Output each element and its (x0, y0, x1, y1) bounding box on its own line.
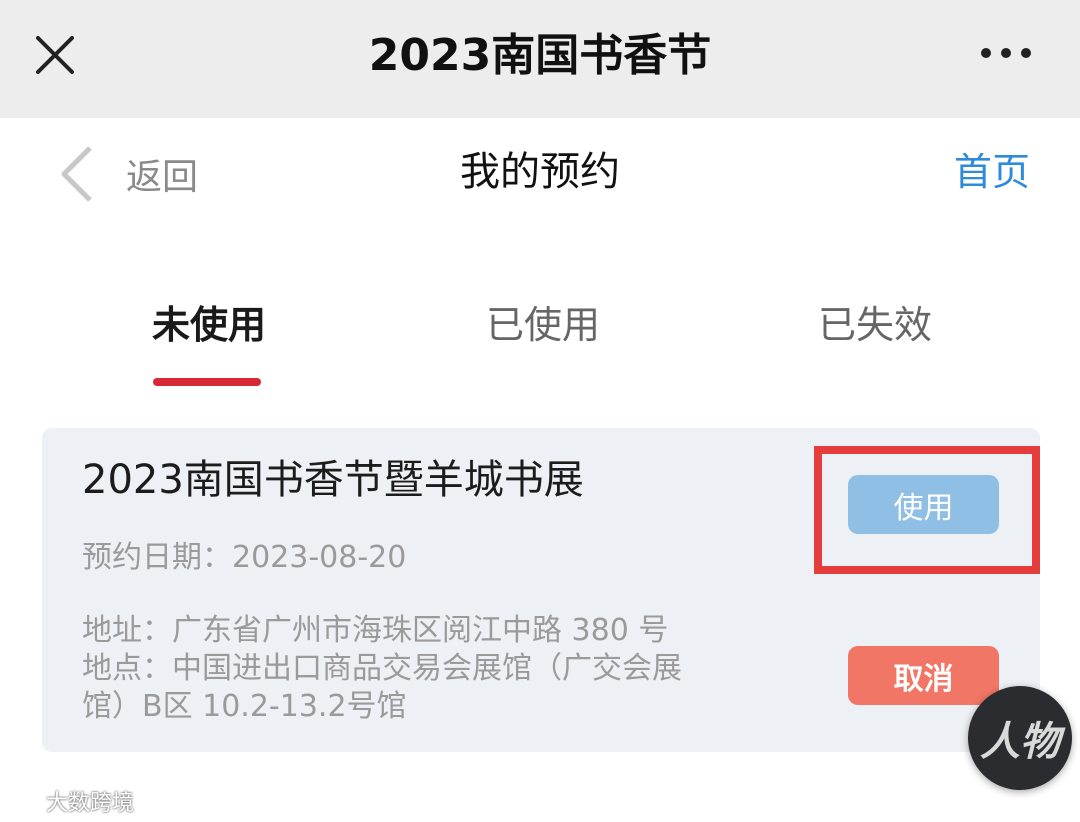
venue-line: 地点：中国进出口商品交易会展馆（广交会展 (82, 651, 682, 686)
active-tab-indicator (153, 378, 261, 386)
watermark: 大数跨境 (8, 784, 134, 818)
status-tabs: 未使用 已使用 已失效 (0, 292, 1080, 392)
weibo-icon (8, 790, 40, 814)
reservation-address: 地址：广东省广州市海珠区阅江中路 380 号 地点：中国进出口商品交易会展馆（广… (82, 612, 742, 726)
watermark-text: 大数跨境 (46, 791, 135, 816)
tab-used[interactable]: 已使用 (486, 292, 600, 358)
cancel-button[interactable]: 取消 (848, 646, 999, 705)
venue-line-cont: 馆）B区 10.2-13.2号馆 (82, 689, 407, 724)
more-button[interactable] (976, 38, 1036, 68)
tab-expired[interactable]: 已失效 (818, 292, 932, 358)
window-title: 2023南国书香节 (368, 30, 712, 81)
use-button[interactable]: 使用 (848, 475, 999, 534)
more-icon (981, 48, 1031, 58)
date-value: 2023-08-20 (232, 540, 407, 575)
page-title: 我的预约 (460, 149, 620, 195)
tab-unused[interactable]: 未使用 (152, 292, 266, 358)
logo-text: 人物 (980, 719, 1060, 765)
reservation-title: 2023南国书香节暨羊城书展 (82, 457, 584, 503)
home-link[interactable]: 首页 (954, 142, 1030, 202)
reservation-date: 预约日期：2023-08-20 (82, 536, 406, 580)
floating-logo[interactable]: 人物 (968, 686, 1072, 790)
date-label: 预约日期： (82, 540, 232, 575)
address-line: 地址：广东省广州市海珠区阅江中路 380 号 (82, 613, 669, 648)
